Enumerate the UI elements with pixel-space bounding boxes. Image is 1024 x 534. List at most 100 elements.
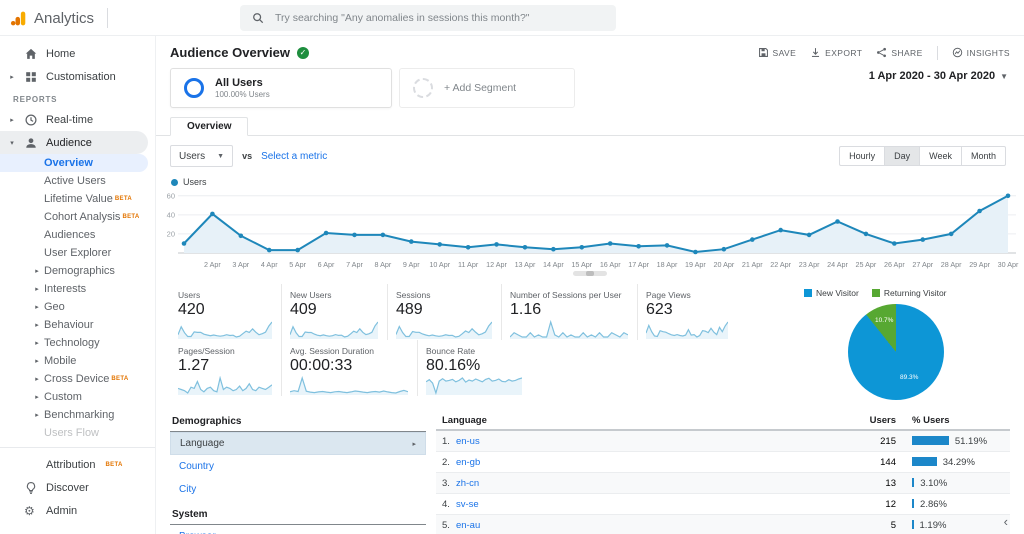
sidebar-item-customisation[interactable]: ▸ Customisation — [0, 65, 155, 88]
granularity-day-button[interactable]: Day — [885, 146, 921, 166]
scorecard-sessions[interactable]: Sessions 489 — [388, 284, 502, 340]
sidebar-item-interests[interactable]: ▸ Interests — [0, 280, 155, 298]
scorecard-avg-session-duration[interactable]: Avg. Session Duration 00:00:33 — [282, 340, 418, 396]
demo-item-city[interactable]: City — [170, 478, 426, 501]
pie-slice-label-returning: 10.7% — [875, 317, 894, 324]
page-title: Audience Overview — [170, 45, 290, 60]
svg-text:27 Apr: 27 Apr — [912, 260, 933, 269]
percent-value: 34.29% — [942, 456, 975, 468]
sidebar-item-demographics[interactable]: ▸ Demographics — [0, 262, 155, 280]
sidebar-item-behaviour[interactable]: ▸ Behaviour — [0, 316, 155, 334]
segment-all-users[interactable]: All Users 100.00% Users — [170, 68, 392, 108]
svg-text:23 Apr: 23 Apr — [799, 260, 820, 269]
expand-arrow-icon[interactable]: ▸ — [33, 411, 41, 419]
scorecard-new-users[interactable]: New Users 409 — [282, 284, 388, 340]
language-link[interactable]: en-au — [456, 520, 480, 531]
demo-item-language[interactable]: Language ▸ — [170, 432, 426, 455]
svg-text:13 Apr: 13 Apr — [515, 260, 536, 269]
action-label: EXPORT — [825, 47, 863, 58]
demo-item-country[interactable]: Country — [170, 455, 426, 478]
granularity-week-button[interactable]: Week — [920, 146, 962, 166]
column-header-language[interactable]: Language — [442, 415, 832, 426]
export-button[interactable]: EXPORT — [810, 47, 862, 58]
expand-arrow-icon[interactable]: ▾ — [8, 139, 16, 147]
insights-button[interactable]: INSIGHTS — [952, 47, 1010, 58]
svg-text:22 Apr: 22 Apr — [770, 260, 791, 269]
expand-arrow-icon[interactable]: ▸ — [33, 321, 41, 329]
demo-item-label: Country — [179, 461, 215, 472]
sidebar-item-audience[interactable]: ▾ Audience — [0, 131, 148, 154]
sidebar-item-label: Custom — [44, 391, 82, 403]
sidebar-item-cohort-analysis[interactable]: Cohort Analysis BETA — [0, 208, 155, 226]
scorecard-pages-session[interactable]: Pages/Session 1.27 — [170, 340, 282, 396]
pie-legend-returning-visitor[interactable]: Returning Visitor — [871, 288, 947, 298]
beta-badge: BETA — [122, 214, 140, 220]
svg-text:15 Apr: 15 Apr — [571, 260, 592, 269]
sidebar-item-attribution[interactable]: Attribution BETA — [0, 453, 155, 476]
save-button[interactable]: SAVE — [758, 47, 797, 58]
expand-arrow-icon[interactable]: ▸ — [33, 303, 41, 311]
sidebar-item-custom[interactable]: ▸ Custom — [0, 388, 155, 406]
expand-arrow-icon[interactable]: ▸ — [33, 375, 41, 383]
legend-dot-icon — [171, 178, 178, 186]
sidebar-item-audiences[interactable]: Audiences — [0, 226, 155, 244]
sidebar-item-mobile[interactable]: ▸ Mobile — [0, 352, 155, 370]
add-segment-button[interactable]: + Add Segment — [399, 68, 575, 108]
bulb-icon — [24, 481, 38, 495]
sidebar-item-label: User Explorer — [44, 247, 112, 259]
language-link[interactable]: en-gb — [456, 457, 480, 468]
tab-overview[interactable]: Overview — [170, 117, 249, 136]
sidebar-item-overview[interactable]: Overview — [0, 154, 148, 172]
vs-label: vs — [242, 151, 253, 161]
sidebar-item-geo[interactable]: ▸ Geo — [0, 298, 155, 316]
pie-legend-new-visitor[interactable]: New Visitor — [804, 288, 859, 298]
search-input[interactable] — [273, 11, 604, 25]
expand-arrow-icon[interactable]: ▸ — [33, 393, 41, 401]
share-button[interactable]: SHARE — [876, 47, 922, 58]
scorecard-users[interactable]: Users 420 — [170, 284, 282, 340]
column-header-users[interactable]: Users — [832, 415, 896, 426]
sidebar-collapse-button[interactable]: ‹ — [1004, 514, 1008, 529]
sidebar-item-real-time[interactable]: ▸ Real-time — [0, 108, 155, 131]
scorecard-bounce-rate[interactable]: Bounce Rate 80.16% — [418, 340, 532, 396]
sidebar-item-lifetime-value[interactable]: Lifetime Value BETA — [0, 190, 155, 208]
granularity-hourly-button[interactable]: Hourly — [839, 146, 886, 166]
legend-square-icon — [871, 289, 880, 297]
scorecard-number-of-sessions-per-user[interactable]: Number of Sessions per User 1.16 — [502, 284, 638, 340]
language-link[interactable]: en-us — [456, 436, 480, 447]
language-link[interactable]: sv-se — [456, 499, 479, 510]
sidebar-item-admin[interactable]: ⚙ Admin — [0, 499, 155, 522]
expand-arrow-icon[interactable]: ▸ — [33, 285, 41, 293]
sidebar-item-active-users[interactable]: Active Users — [0, 172, 155, 190]
expand-arrow-icon[interactable]: ▸ — [33, 267, 41, 275]
expand-arrow-icon[interactable]: ▸ — [33, 357, 41, 365]
sidebar-item-discover[interactable]: Discover — [0, 476, 155, 499]
sidebar-item-label: Benchmarking — [44, 409, 115, 421]
sidebar-item-home[interactable]: Home — [0, 42, 155, 65]
main-content: Audience Overview ✓ SAVE EXPORT SHARE INSIG… — [156, 36, 1024, 534]
table-row: 2. en-gb 144 34.29% — [436, 452, 1010, 473]
sidebar-item-label: Users Flow — [44, 427, 100, 439]
scorecard-label: Sessions — [396, 290, 431, 300]
scorecard-page-views[interactable]: Page Views 623 — [638, 284, 738, 340]
sidebar-item-cross-device[interactable]: ▸ Cross Device BETA — [0, 370, 155, 388]
analytics-logo[interactable]: Analytics — [10, 0, 109, 36]
expand-arrow-icon[interactable]: ▸ — [33, 339, 41, 347]
demo-item-browser[interactable]: Browser — [170, 525, 426, 534]
sidebar-item-technology[interactable]: ▸ Technology — [0, 334, 155, 352]
home-icon — [24, 47, 38, 61]
scorecard-value: 00:00:33 — [290, 357, 353, 374]
sidebar-item-user-explorer[interactable]: User Explorer — [0, 244, 155, 262]
sidebar-item-benchmarking[interactable]: ▸ Benchmarking — [0, 406, 155, 424]
expand-arrow-icon[interactable]: ▸ — [8, 116, 16, 124]
granularity-month-button[interactable]: Month — [961, 146, 1006, 166]
language-link[interactable]: zh-cn — [456, 478, 479, 489]
metric-dropdown[interactable]: Users ▼ — [170, 145, 234, 167]
expand-arrow-icon[interactable]: ▸ — [8, 73, 16, 81]
column-header-users[interactable]: % Users — [896, 415, 1004, 426]
select-metric-link[interactable]: Select a metric — [261, 151, 327, 162]
date-range-selector[interactable]: 1 Apr 2020 - 30 Apr 2020 ▼ — [869, 70, 1008, 82]
chart-scrollbar[interactable] — [573, 271, 607, 276]
sidebar-item-label: Active Users — [44, 175, 106, 187]
sidebar-item-users-flow[interactable]: Users Flow — [0, 424, 155, 442]
